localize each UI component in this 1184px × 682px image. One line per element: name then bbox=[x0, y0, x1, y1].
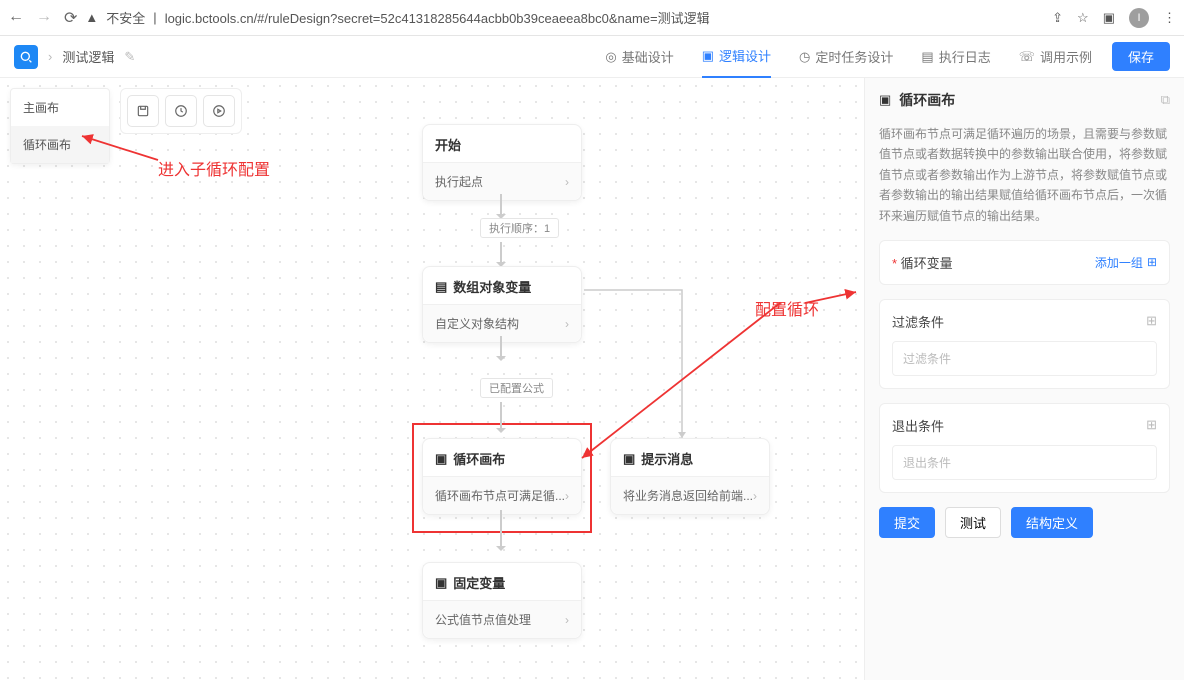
order-tag: 执行顺序：1 bbox=[480, 218, 559, 238]
filter-input[interactable]: 过滤条件 bbox=[892, 341, 1157, 376]
top-bar: › 测试逻辑 ✎ ◎基础设计 ▣逻辑设计 ◷定时任务设计 ▤执行日志 ☏调用示例… bbox=[0, 36, 1184, 78]
exit-input[interactable]: 退出条件 bbox=[892, 445, 1157, 480]
circle-icon: ◎ bbox=[605, 49, 616, 65]
insecure-icon: ▲ bbox=[85, 10, 98, 25]
tool-panel bbox=[120, 88, 242, 134]
play-tool-icon[interactable] bbox=[203, 95, 235, 127]
star-icon[interactable]: ☆ bbox=[1077, 10, 1089, 26]
tabs: ◎基础设计 ▣逻辑设计 ◷定时任务设计 ▤执行日志 ☏调用示例 bbox=[605, 36, 1092, 78]
avatar[interactable]: I bbox=[1129, 8, 1149, 28]
share-icon[interactable]: ⇪ bbox=[1052, 10, 1063, 26]
filter-card: 过滤条件 ⊞ 过滤条件 bbox=[879, 299, 1170, 389]
formula-tag: 已配置公式 bbox=[480, 378, 553, 398]
browser-right-icons: ⇪ ☆ ▣ I ⋮ bbox=[1052, 8, 1176, 28]
tab-log[interactable]: ▤执行日志 bbox=[921, 36, 990, 78]
node-array[interactable]: ▤数组对象变量 自定义对象结构› bbox=[422, 266, 582, 343]
chevron-right-icon: › bbox=[565, 317, 569, 331]
test-button[interactable]: 测试 bbox=[945, 507, 1001, 538]
tab-basic[interactable]: ◎基础设计 bbox=[605, 36, 673, 78]
expand-icon[interactable]: ⊞ bbox=[1146, 313, 1157, 329]
add-group-link[interactable]: 添加一组⊞ bbox=[1095, 254, 1157, 271]
node-start[interactable]: 开始 执行起点 › bbox=[422, 124, 582, 201]
side-panel: ▣ 循环画布 ⧉ 循环画布节点可满足循环遍历的场景，且需要与参数赋值节点或者数据… bbox=[864, 78, 1184, 680]
phone-icon: ☏ bbox=[1019, 49, 1035, 65]
insecure-label: 不安全 bbox=[106, 8, 145, 27]
breadcrumb-sep: › bbox=[48, 49, 52, 64]
save-button[interactable]: 保存 bbox=[1112, 42, 1170, 71]
exit-label: 退出条件 bbox=[892, 416, 944, 435]
tab-cron[interactable]: ◷定时任务设计 bbox=[799, 36, 893, 78]
button-row: 提交 测试 结构定义 bbox=[879, 507, 1170, 538]
chevron-right-icon: › bbox=[753, 489, 757, 503]
struct-button[interactable]: 结构定义 bbox=[1011, 507, 1093, 538]
layer-main[interactable]: 主画布 bbox=[11, 89, 109, 126]
edit-icon[interactable]: ✎ bbox=[124, 49, 135, 65]
save-tool-icon[interactable] bbox=[127, 95, 159, 127]
chevron-right-icon: › bbox=[565, 489, 569, 503]
submit-button[interactable]: 提交 bbox=[879, 507, 935, 538]
url-bar[interactable]: ▲ 不安全 | logic.bctools.cn/#/ruleDesign?se… bbox=[85, 8, 1044, 27]
main: 主画布 循环画布 开始 执行起点 › 执行顺序：1 ▤数组对象变量 自定义对象结构… bbox=[0, 78, 1184, 680]
loop-var-label: 循环变量 bbox=[892, 253, 953, 272]
copy-icon[interactable]: ⧉ bbox=[1161, 92, 1170, 108]
message-icon: ▣ bbox=[623, 451, 635, 467]
node-loop[interactable]: ▣循环画布 循环画布节点可满足循...› bbox=[422, 438, 582, 515]
node-body-text: 执行起点 bbox=[435, 173, 483, 190]
reload-button[interactable]: ⟳ bbox=[64, 8, 77, 28]
loop-icon: ▣ bbox=[435, 451, 447, 467]
layout-icon: ▣ bbox=[702, 48, 714, 64]
back-button[interactable]: ← bbox=[8, 8, 24, 28]
chevron-right-icon: › bbox=[565, 175, 569, 189]
edge-branch bbox=[582, 288, 702, 448]
plus-icon: ⊞ bbox=[1147, 255, 1157, 269]
url-text: logic.bctools.cn/#/ruleDesign?secret=52c… bbox=[165, 8, 710, 27]
history-tool-icon[interactable] bbox=[165, 95, 197, 127]
side-desc: 循环画布节点可满足循环遍历的场景，且需要与参数赋值节点或者数据转换中的参数输出联… bbox=[879, 124, 1170, 226]
side-title: 循环画布 bbox=[899, 90, 955, 110]
panel-icon: ▣ bbox=[879, 92, 891, 108]
loop-var-card: 循环变量 添加一组⊞ bbox=[879, 240, 1170, 285]
annotation-enter-child: 进入子循环配置 bbox=[158, 156, 270, 180]
forward-button[interactable]: → bbox=[36, 8, 52, 28]
expand-icon[interactable]: ⊞ bbox=[1146, 417, 1157, 433]
chevron-right-icon: › bbox=[565, 613, 569, 627]
var-icon: ▣ bbox=[435, 575, 447, 591]
canvas[interactable]: 主画布 循环画布 开始 执行起点 › 执行顺序：1 ▤数组对象变量 自定义对象结构… bbox=[0, 78, 864, 680]
list-icon: ▤ bbox=[435, 279, 447, 295]
stop-icon[interactable]: ▣ bbox=[1103, 10, 1115, 26]
breadcrumb-name[interactable]: 测试逻辑 bbox=[62, 47, 114, 66]
app-logo[interactable] bbox=[14, 45, 38, 69]
node-title: 开始 bbox=[423, 135, 581, 162]
node-fixed[interactable]: ▣固定变量 公式值节点值处理› bbox=[422, 562, 582, 639]
exit-card: 退出条件 ⊞ 退出条件 bbox=[879, 403, 1170, 493]
tab-demo[interactable]: ☏调用示例 bbox=[1019, 36, 1092, 78]
annotation-config-loop: 配置循环 bbox=[755, 296, 819, 320]
clock-icon: ◷ bbox=[799, 49, 810, 65]
browser-bar: ← → ⟳ ▲ 不安全 | logic.bctools.cn/#/ruleDes… bbox=[0, 0, 1184, 36]
nav-arrows: ← → ⟳ bbox=[8, 8, 77, 28]
filter-label: 过滤条件 bbox=[892, 312, 944, 331]
doc-icon: ▤ bbox=[921, 49, 933, 65]
kebab-icon[interactable]: ⋮ bbox=[1163, 10, 1176, 26]
node-toast[interactable]: ▣提示消息 将业务消息返回给前端...› bbox=[610, 438, 770, 515]
layer-loop[interactable]: 循环画布 bbox=[11, 126, 109, 163]
layer-panel: 主画布 循环画布 bbox=[10, 88, 110, 164]
tab-logic[interactable]: ▣逻辑设计 bbox=[702, 36, 771, 78]
